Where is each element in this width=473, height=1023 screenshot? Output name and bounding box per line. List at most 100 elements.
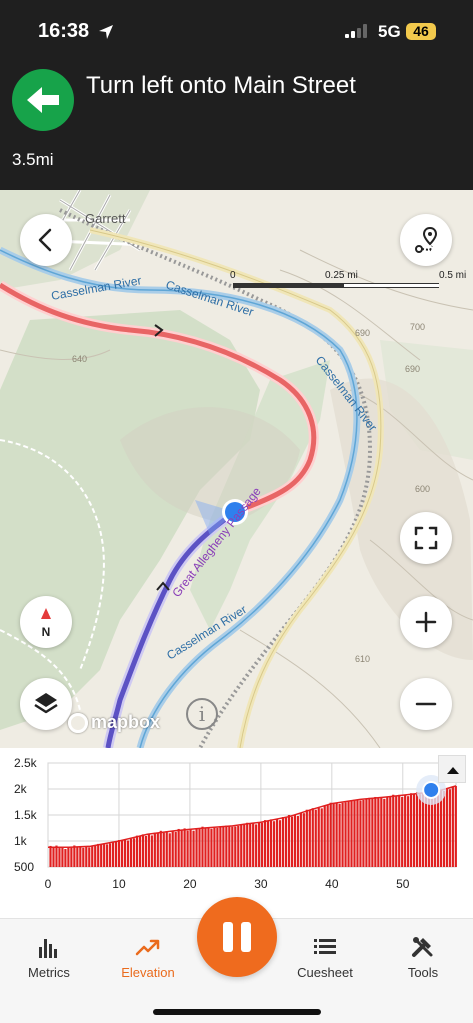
x-tick-label: 40 <box>325 877 339 891</box>
elevation-chart: 2.5k 2k 1.5k 1k 500 0 10 20 30 40 50 <box>14 756 457 891</box>
elevation-bar <box>126 840 130 867</box>
elevation-bar <box>67 846 70 867</box>
elevation-bar <box>314 809 317 867</box>
elevation-bar <box>338 803 341 867</box>
elevation-bar <box>329 802 332 867</box>
elevation-bar <box>129 838 133 867</box>
elevation-bar <box>341 802 344 867</box>
zoom-in-button[interactable] <box>400 596 452 648</box>
elevation-bar <box>418 794 422 867</box>
tab-elevation[interactable]: Elevation <box>103 933 193 980</box>
x-tick-label: 20 <box>183 877 197 891</box>
attribution-info-button[interactable]: i <box>186 698 218 730</box>
tools-icon <box>378 933 468 961</box>
compass-button[interactable]: N <box>20 596 72 648</box>
elevation-bar <box>207 827 210 867</box>
trend-line-icon <box>103 933 193 961</box>
pause-button[interactable] <box>197 897 277 977</box>
elevation-bar <box>269 819 273 867</box>
elevation-bar <box>109 843 112 867</box>
elevation-bar <box>168 833 171 867</box>
elevation-bar <box>88 847 91 867</box>
elevation-bar <box>156 833 159 867</box>
elevation-bar <box>252 823 255 867</box>
elevation-bar <box>445 789 448 867</box>
elevation-bar <box>395 796 398 867</box>
elevation-bar <box>305 809 308 867</box>
elevation-bar <box>225 825 228 867</box>
tab-label: Metrics <box>28 965 70 980</box>
elevation-bar <box>275 819 279 867</box>
back-button[interactable] <box>20 214 72 266</box>
elevation-bar <box>266 820 270 867</box>
navigation-banner[interactable]: Turn left onto Main Street 3.5mi <box>0 64 473 190</box>
elevation-bar <box>117 840 121 867</box>
contour-label: 690 <box>405 364 420 374</box>
y-tick-label: 2k <box>14 782 28 796</box>
elevation-bar <box>201 826 204 867</box>
contour-label: 600 <box>415 484 430 494</box>
elevation-bar <box>302 813 305 867</box>
elevation-bar <box>278 820 282 867</box>
fullscreen-button[interactable] <box>400 512 452 564</box>
compass-north-icon: N <box>41 608 51 639</box>
elevation-bar <box>344 802 347 867</box>
elevation-bar <box>383 798 386 867</box>
elevation-bar <box>293 814 296 867</box>
tab-metrics[interactable]: Metrics <box>4 933 94 980</box>
elevation-bar <box>320 808 323 867</box>
elevation-bar <box>85 846 88 867</box>
contour-label: 610 <box>355 654 370 664</box>
elevation-bar <box>326 805 329 867</box>
status-time: 16:38 <box>38 20 90 42</box>
elevation-bar <box>421 792 425 867</box>
scale-line <box>233 283 439 288</box>
map-view[interactable]: Garrett Casselman River Casselman River … <box>0 190 473 748</box>
elevation-bar <box>58 848 61 867</box>
tab-label: Cuesheet <box>297 965 353 980</box>
elevation-bar <box>263 820 267 867</box>
elevation-bar <box>228 826 231 867</box>
elevation-bar <box>451 786 454 867</box>
mapbox-logo-icon <box>68 712 88 733</box>
x-tick-label: 10 <box>112 877 126 891</box>
zoom-out-button[interactable] <box>400 678 452 730</box>
mapbox-logo[interactable]: mapbox <box>68 712 160 733</box>
elevation-bar <box>448 789 451 867</box>
elevation-bar <box>192 830 195 867</box>
elevation-bar <box>135 835 139 867</box>
status-bar: 16:38 5G 46 <box>0 0 473 64</box>
elevation-bar <box>249 823 252 867</box>
elevation-bar <box>147 834 150 867</box>
elevation-bar <box>61 847 64 867</box>
scale-end-label: 0.5 mi <box>439 270 467 281</box>
elevation-bar <box>123 839 127 867</box>
fullscreen-icon <box>414 526 438 550</box>
collapse-chart-button[interactable] <box>438 755 466 783</box>
elevation-bar <box>120 840 124 867</box>
tab-tools[interactable]: Tools <box>378 933 468 980</box>
elevation-bar <box>404 795 407 867</box>
elevation-bar <box>216 827 219 867</box>
elevation-bar <box>73 845 76 867</box>
map-layers-button[interactable] <box>20 678 72 730</box>
elevation-profile[interactable]: 2.5k 2k 1.5k 1k 500 0 10 20 30 40 50 <box>0 748 473 918</box>
elevation-bar <box>246 822 249 867</box>
elevation-bar <box>332 803 335 867</box>
elevation-bar <box>183 828 186 867</box>
x-tick-label: 50 <box>396 877 410 891</box>
battery-level: 46 <box>406 23 436 40</box>
current-position-marker <box>424 782 439 797</box>
elevation-bar <box>335 802 338 867</box>
elevation-bar <box>55 845 58 867</box>
route-options-button[interactable] <box>400 214 452 266</box>
elevation-bar <box>106 844 109 867</box>
tab-label: Tools <box>407 965 439 980</box>
elevation-bar <box>368 797 371 867</box>
list-icon <box>280 933 370 961</box>
elevation-bar <box>255 824 258 867</box>
tab-cuesheet[interactable]: Cuesheet <box>280 933 370 980</box>
elevation-bar <box>97 843 100 867</box>
elevation-bar <box>112 842 115 867</box>
elevation-bar <box>231 826 234 867</box>
